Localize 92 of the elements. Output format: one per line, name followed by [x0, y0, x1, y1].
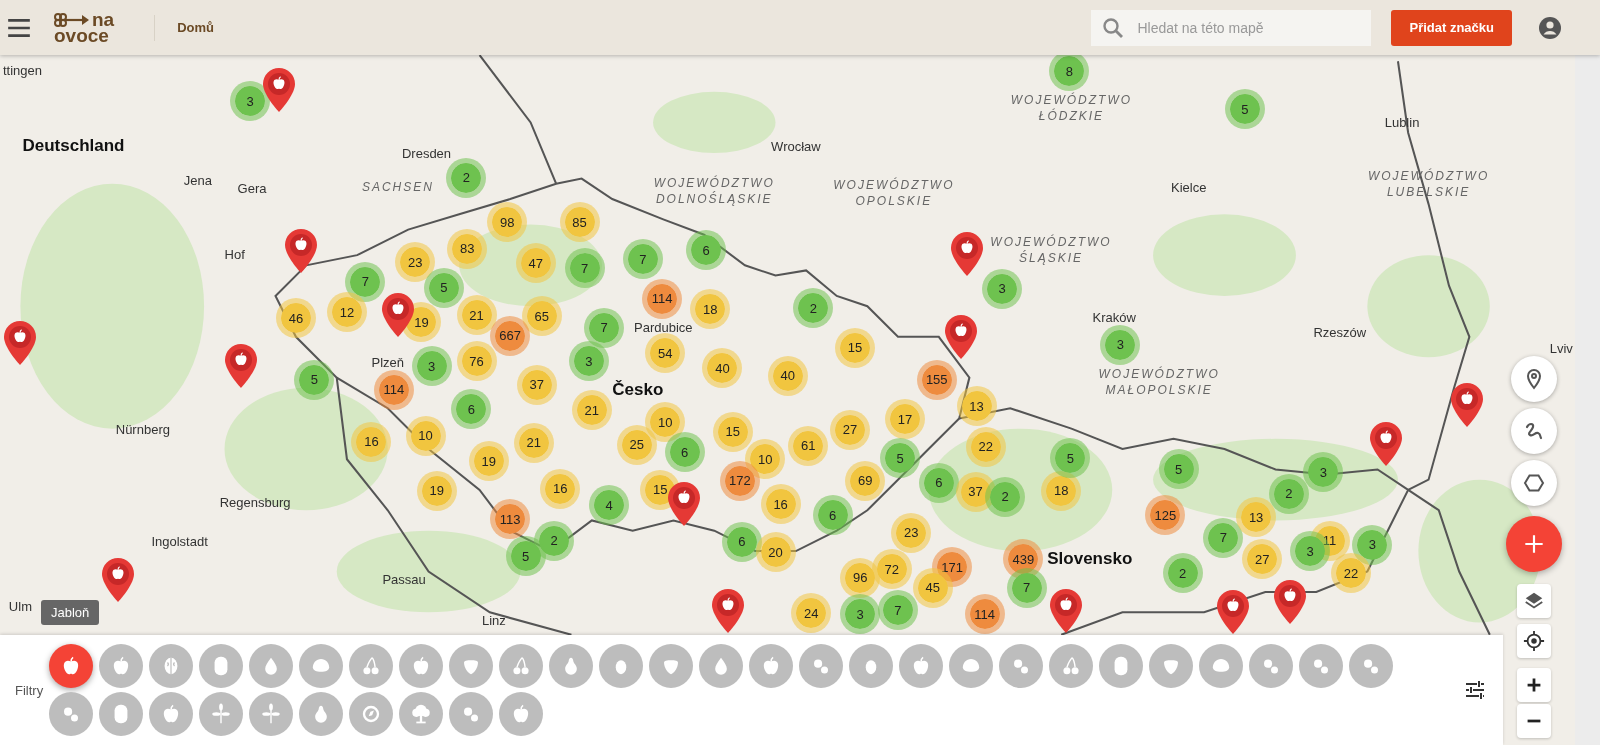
fruit-filter-button[interactable]: [649, 644, 694, 688]
fruit-filter-button[interactable]: [49, 692, 94, 736]
fruit-filter-button[interactable]: [449, 644, 494, 688]
add-marker-button[interactable]: Přidat značku: [1391, 9, 1512, 46]
fruit-filter-button[interactable]: [349, 644, 394, 688]
fruit-filter-button[interactable]: [699, 644, 744, 688]
apple-marker-icon[interactable]: [1216, 589, 1249, 634]
place-label: Plzeň: [371, 354, 404, 370]
fruit-filter-button[interactable]: [399, 644, 444, 688]
place-label: Jena: [183, 172, 213, 188]
place-label: ttingen: [2, 62, 42, 78]
apple-marker-icon[interactable]: [667, 481, 700, 526]
apple-marker-icon[interactable]: [224, 343, 257, 388]
fruit-filter-button[interactable]: [599, 644, 644, 688]
apple-marker-icon[interactable]: [1451, 382, 1484, 427]
fruit-filter-button[interactable]: [149, 644, 194, 688]
apple-marker-icon[interactable]: [1273, 580, 1306, 625]
crosshair-icon: [1523, 630, 1545, 652]
place-label: Česko: [612, 379, 664, 400]
apple-marker-icon[interactable]: [102, 558, 135, 603]
place-label: SACHSEN: [361, 178, 434, 195]
place-label: Passau: [382, 571, 426, 587]
home-link[interactable]: Domů: [177, 20, 215, 35]
fruit-filter-button[interactable]: [199, 644, 244, 688]
place-label: Slovensko: [1047, 549, 1133, 570]
place-label: Linz: [481, 612, 506, 628]
fruit-filter-button[interactable]: [949, 644, 994, 688]
fruit-filter-button[interactable]: [1249, 644, 1294, 688]
fruit-filter-button[interactable]: [299, 692, 344, 736]
fruit-filter-button[interactable]: [1349, 644, 1394, 688]
apple-marker-icon[interactable]: [262, 68, 295, 113]
place-label: WOJEWÓDZTWO ŁÓDZKIE: [1010, 92, 1133, 125]
layers-button[interactable]: [1517, 584, 1551, 618]
fruit-filter-button[interactable]: [849, 644, 894, 688]
place-label: Pardubice: [634, 319, 693, 334]
apple-marker-icon[interactable]: [285, 229, 317, 274]
apple-marker-icon[interactable]: [4, 321, 37, 366]
filter-tooltip: Jabloň: [41, 600, 100, 625]
place-label: Regensburg: [219, 494, 291, 510]
place-label: WOJEWÓDZTWO ŚLĄSKIE: [990, 234, 1112, 266]
zoom-out-button[interactable]: [1517, 704, 1551, 738]
fruit-filter-button[interactable]: [199, 692, 244, 736]
place-label: Ingolstadt: [151, 533, 208, 549]
place-label: Kraków: [1092, 309, 1136, 325]
search-field[interactable]: Hledat na této mapě: [1091, 9, 1372, 46]
place-label: Rzeszów: [1313, 324, 1367, 340]
apple-marker-icon[interactable]: [945, 315, 978, 360]
place-label: WOJEWÓDZTWO DOLNOŚLĄSKIE: [653, 174, 775, 207]
apple-marker-icon[interactable]: [1050, 588, 1083, 633]
apple-marker-icon[interactable]: [1369, 422, 1402, 467]
place-label: Gera: [237, 180, 267, 196]
place-label: Kielce: [1171, 179, 1207, 195]
fruit-filter-button[interactable]: [899, 644, 944, 688]
fruit-filter-button[interactable]: [99, 692, 144, 736]
fruit-filter-button[interactable]: [49, 644, 94, 688]
place-label: Ulm: [8, 598, 32, 614]
fruit-filter-button[interactable]: [1299, 644, 1344, 688]
place-label: Nürnberg: [115, 421, 170, 437]
fruit-filter-button[interactable]: [249, 644, 294, 688]
fruit-filter-button[interactable]: [999, 644, 1044, 688]
logo-text[interactable]: ovoce: [54, 27, 115, 44]
fruit-filter-button[interactable]: [749, 644, 794, 688]
fruit-filter-button[interactable]: [1199, 644, 1244, 688]
place-label: Lviv: [1549, 340, 1573, 356]
fruit-filter-button[interactable]: [1149, 644, 1194, 688]
place-label: WOJEWÓDZTWO MAŁOPOLSKIE: [1098, 365, 1220, 398]
fruit-filter-button[interactable]: [299, 644, 344, 688]
fruit-filter-button[interactable]: [349, 692, 394, 736]
fruit-filter-button[interactable]: [499, 644, 544, 688]
fruit-filter-button[interactable]: [149, 692, 194, 736]
fruit-filter-button[interactable]: [1099, 644, 1144, 688]
fruit-filter-button[interactable]: [449, 692, 494, 736]
place-label: Deutschland: [22, 135, 125, 156]
apple-marker-icon[interactable]: [711, 588, 744, 633]
account-icon[interactable]: [1538, 15, 1562, 40]
place-label: Wrocław: [771, 138, 821, 154]
locate-button[interactable]: [1517, 624, 1551, 658]
fruit-filter-button[interactable]: [249, 692, 294, 736]
filters-label: Filtry: [15, 682, 44, 698]
zoom-in-button[interactable]: [1517, 668, 1551, 702]
apple-marker-icon[interactable]: [951, 231, 984, 276]
fruit-filter-button[interactable]: [499, 692, 544, 736]
fruit-filter-button[interactable]: [799, 644, 844, 688]
fruit-filter-button[interactable]: [99, 644, 144, 688]
place-label: WOJEWÓDZTWO OPOLSKIE: [833, 176, 955, 209]
apple-marker-icon[interactable]: [381, 292, 414, 337]
logo-text[interactable]: na: [92, 11, 115, 28]
fruit-filter-button[interactable]: [549, 644, 594, 688]
arrow-logo-icon: [54, 11, 90, 28]
place-label: Hof: [224, 246, 245, 262]
fruit-filter-button[interactable]: [399, 692, 444, 736]
fruit-filter-button[interactable]: [1049, 644, 1094, 688]
